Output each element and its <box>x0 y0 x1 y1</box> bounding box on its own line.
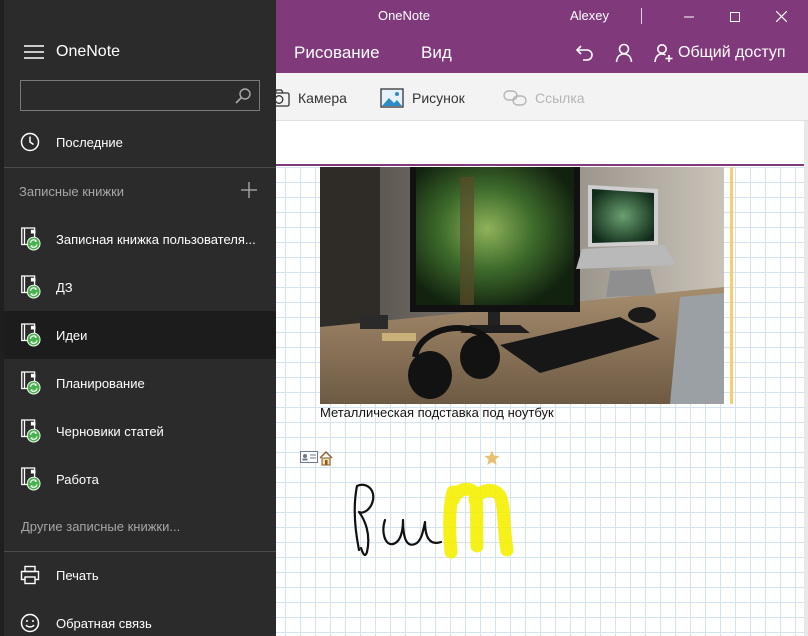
nav-item-print[interactable]: Печать <box>4 551 276 599</box>
sync-badge-icon <box>26 428 41 443</box>
smiley-icon <box>20 613 40 633</box>
contact-tag-icon[interactable] <box>300 450 318 464</box>
search-input[interactable] <box>25 85 225 107</box>
divider <box>4 167 276 168</box>
notebook-icon <box>21 467 41 491</box>
notebooks-header: Записные книжки <box>19 184 125 199</box>
close-button[interactable] <box>758 0 804 33</box>
share-person-icon <box>654 44 673 63</box>
sync-badge-icon <box>26 284 41 299</box>
notebook-icon <box>21 227 41 251</box>
clock-icon <box>20 132 40 152</box>
sync-badge-icon <box>26 380 41 395</box>
search-box[interactable] <box>20 80 260 111</box>
nav-item-recent[interactable]: Последние <box>4 118 276 166</box>
account-button[interactable] <box>612 41 636 65</box>
link-button[interactable]: Ссылка <box>503 87 585 109</box>
sync-badge-icon <box>26 476 41 491</box>
notebook-icon <box>21 323 41 347</box>
sync-badge-icon <box>26 332 41 347</box>
camera-label: Камера <box>298 90 347 106</box>
note-tags <box>300 450 334 466</box>
sync-badge-icon <box>26 236 41 251</box>
ink-text-m: m <box>345 480 346 481</box>
share-label: Общий доступ <box>678 44 786 61</box>
tab-draw[interactable]: Рисование <box>294 43 380 63</box>
search-icon[interactable] <box>235 88 251 104</box>
notebook-item[interactable]: Черновики статей <box>4 407 276 455</box>
nav-item-feedback-label: Обратная связь <box>56 615 152 631</box>
camera-button[interactable]: Камера <box>268 87 347 109</box>
printer-icon <box>20 565 40 585</box>
picture-icon <box>380 88 404 108</box>
share-button[interactable]: Общий доступ <box>654 41 786 65</box>
ink-text-R: Ru <box>345 480 347 481</box>
notebook-item-label: Черновики статей <box>56 423 164 439</box>
notebook-icon <box>21 371 41 395</box>
maximize-icon <box>730 11 740 22</box>
notebook-item[interactable]: ДЗ <box>4 263 276 311</box>
maximize-button[interactable] <box>712 0 758 33</box>
home-tag-icon[interactable] <box>318 450 334 466</box>
notebook-item[interactable]: Работа <box>4 455 276 503</box>
hamburger-icon[interactable] <box>24 44 44 60</box>
tab-view[interactable]: Вид <box>421 43 452 63</box>
nav-title: OneNote <box>56 43 121 60</box>
picture-button[interactable]: Рисунок <box>380 87 465 109</box>
plus-icon[interactable] <box>240 181 258 199</box>
notebook-item[interactable]: Записная книжка пользователя... <box>4 215 276 263</box>
desk-photo[interactable] <box>320 167 724 404</box>
nav-item-recent-label: Последние <box>56 134 123 150</box>
notebook-item-label: Работа <box>56 471 99 487</box>
minimize-icon <box>684 16 694 17</box>
person-icon <box>615 43 633 63</box>
notebook-icon <box>21 275 41 299</box>
link-icon <box>503 90 527 106</box>
nav-item-feedback[interactable]: Обратная связь <box>4 599 276 636</box>
notebook-item-label: Планирование <box>56 375 145 391</box>
notebook-item-label: Идеи <box>56 327 88 343</box>
undo-button[interactable] <box>573 41 597 65</box>
handwriting-ink[interactable]: Ru m <box>345 480 520 565</box>
user-name[interactable]: Alexey <box>570 8 609 23</box>
nav-item-print-label: Печать <box>56 567 99 583</box>
other-notebooks-link[interactable]: Другие записные книжки... <box>21 519 180 534</box>
link-label: Ссылка <box>535 90 585 106</box>
photo-caption[interactable]: Металлическая подставка под ноутбук <box>320 405 554 420</box>
undo-icon <box>575 45 593 61</box>
notebook-item-label: Записная книжка пользователя... <box>56 231 256 247</box>
close-icon <box>775 11 787 22</box>
notebook-item[interactable]: Планирование <box>4 359 276 407</box>
notebook-icon <box>21 419 41 443</box>
star-icon[interactable] <box>484 450 500 466</box>
notebook-item[interactable]: Идеи <box>4 311 276 359</box>
desk-photo-image <box>320 167 724 404</box>
navigation-pane: OneNote Последние Записные книжки Записн… <box>0 0 276 636</box>
minimize-button[interactable] <box>666 0 712 33</box>
notebook-item-label: ДЗ <box>56 279 73 295</box>
title-separator <box>641 8 642 24</box>
photo-edge-highlight <box>730 167 733 404</box>
vertical-scrollbar[interactable] <box>804 121 808 636</box>
picture-label: Рисунок <box>412 90 465 106</box>
